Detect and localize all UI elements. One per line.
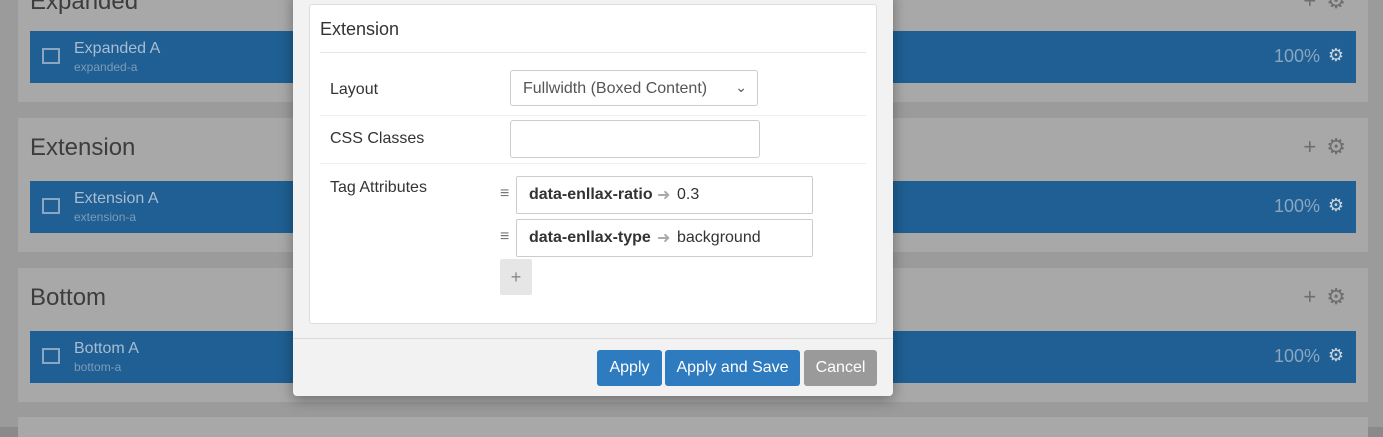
section-title: Extension <box>30 134 136 161</box>
gear-icon[interactable]: ⚙ <box>1326 0 1356 13</box>
section-title: Bottom <box>30 284 107 311</box>
image-icon <box>42 48 60 64</box>
block-name: Expanded A <box>74 40 161 57</box>
section-settings-modal: Extension Layout Fullwidth (Boxed Conten… <box>293 0 893 396</box>
image-icon <box>42 348 60 364</box>
css-classes-label: CSS Classes <box>330 130 425 147</box>
block-width-percent: 100% <box>1273 46 1320 66</box>
css-classes-row: CSS Classes <box>320 115 866 164</box>
gear-icon[interactable]: ⚙ <box>1326 284 1356 309</box>
tag-attribute-value: background <box>677 229 761 246</box>
block-width-percent: 100% <box>1273 196 1320 216</box>
tag-attribute-field[interactable]: data-enllax-ratio ➜ 0.3 <box>516 176 813 214</box>
tag-attribute-key: data-enllax-type <box>529 229 651 246</box>
block-name: Extension A <box>74 190 159 207</box>
block-id: expanded-a <box>74 60 138 74</box>
drag-handle-icon[interactable]: ≡ <box>500 185 509 203</box>
divider <box>320 52 866 53</box>
arrow-right-icon: ➜ <box>657 187 671 204</box>
gear-icon[interactable]: ⚙ <box>1328 195 1344 216</box>
gear-icon[interactable]: ⚙ <box>1328 45 1344 66</box>
section-next <box>18 417 1368 437</box>
block-width-percent: 100% <box>1273 346 1320 366</box>
tag-attribute-field[interactable]: data-enllax-type ➜ background <box>516 219 813 257</box>
tag-attributes-label: Tag Attributes <box>330 179 427 196</box>
apply-and-save-button[interactable]: Apply and Save <box>665 350 800 386</box>
add-icon[interactable]: + <box>1303 134 1326 159</box>
footer-divider <box>293 338 893 339</box>
arrow-right-icon: ➜ <box>657 230 671 247</box>
section-title: Expanded <box>30 0 139 15</box>
chevron-down-icon: ⌄ <box>735 79 747 95</box>
block-name: Bottom A <box>74 340 139 357</box>
section-tools[interactable]: +⚙ <box>1303 134 1356 160</box>
block-id: bottom-a <box>74 360 122 374</box>
section-tools[interactable]: +⚙ <box>1303 284 1356 310</box>
layout-label: Layout <box>330 81 379 98</box>
tag-attribute-row: ≡ data-enllax-type ➜ background <box>500 219 814 257</box>
gear-icon[interactable]: ⚙ <box>1328 345 1344 366</box>
tag-attribute-key: data-enllax-ratio <box>529 186 653 203</box>
section-tools[interactable]: +⚙ <box>1303 0 1356 14</box>
layout-select-value: Fullwidth (Boxed Content) <box>523 80 708 97</box>
settings-panel: Extension Layout Fullwidth (Boxed Conten… <box>309 4 877 324</box>
add-attribute-button[interactable]: + <box>500 259 532 295</box>
block-id: extension-a <box>74 210 137 224</box>
apply-button[interactable]: Apply <box>597 350 662 386</box>
layout-select[interactable]: Fullwidth (Boxed Content) ⌄ <box>510 70 758 106</box>
panel-title: Extension <box>320 19 400 39</box>
add-icon[interactable]: + <box>1303 284 1326 309</box>
drag-handle-icon[interactable]: ≡ <box>500 228 509 246</box>
gear-icon[interactable]: ⚙ <box>1326 134 1356 159</box>
add-icon[interactable]: + <box>1303 0 1326 13</box>
css-classes-input[interactable] <box>510 120 760 158</box>
tag-attribute-row: ≡ data-enllax-ratio ➜ 0.3 <box>500 176 814 214</box>
layout-row: Layout Fullwidth (Boxed Content) ⌄ <box>320 65 866 116</box>
cancel-button[interactable]: Cancel <box>804 350 877 386</box>
tag-attribute-value: 0.3 <box>677 186 700 203</box>
image-icon <box>42 198 60 214</box>
